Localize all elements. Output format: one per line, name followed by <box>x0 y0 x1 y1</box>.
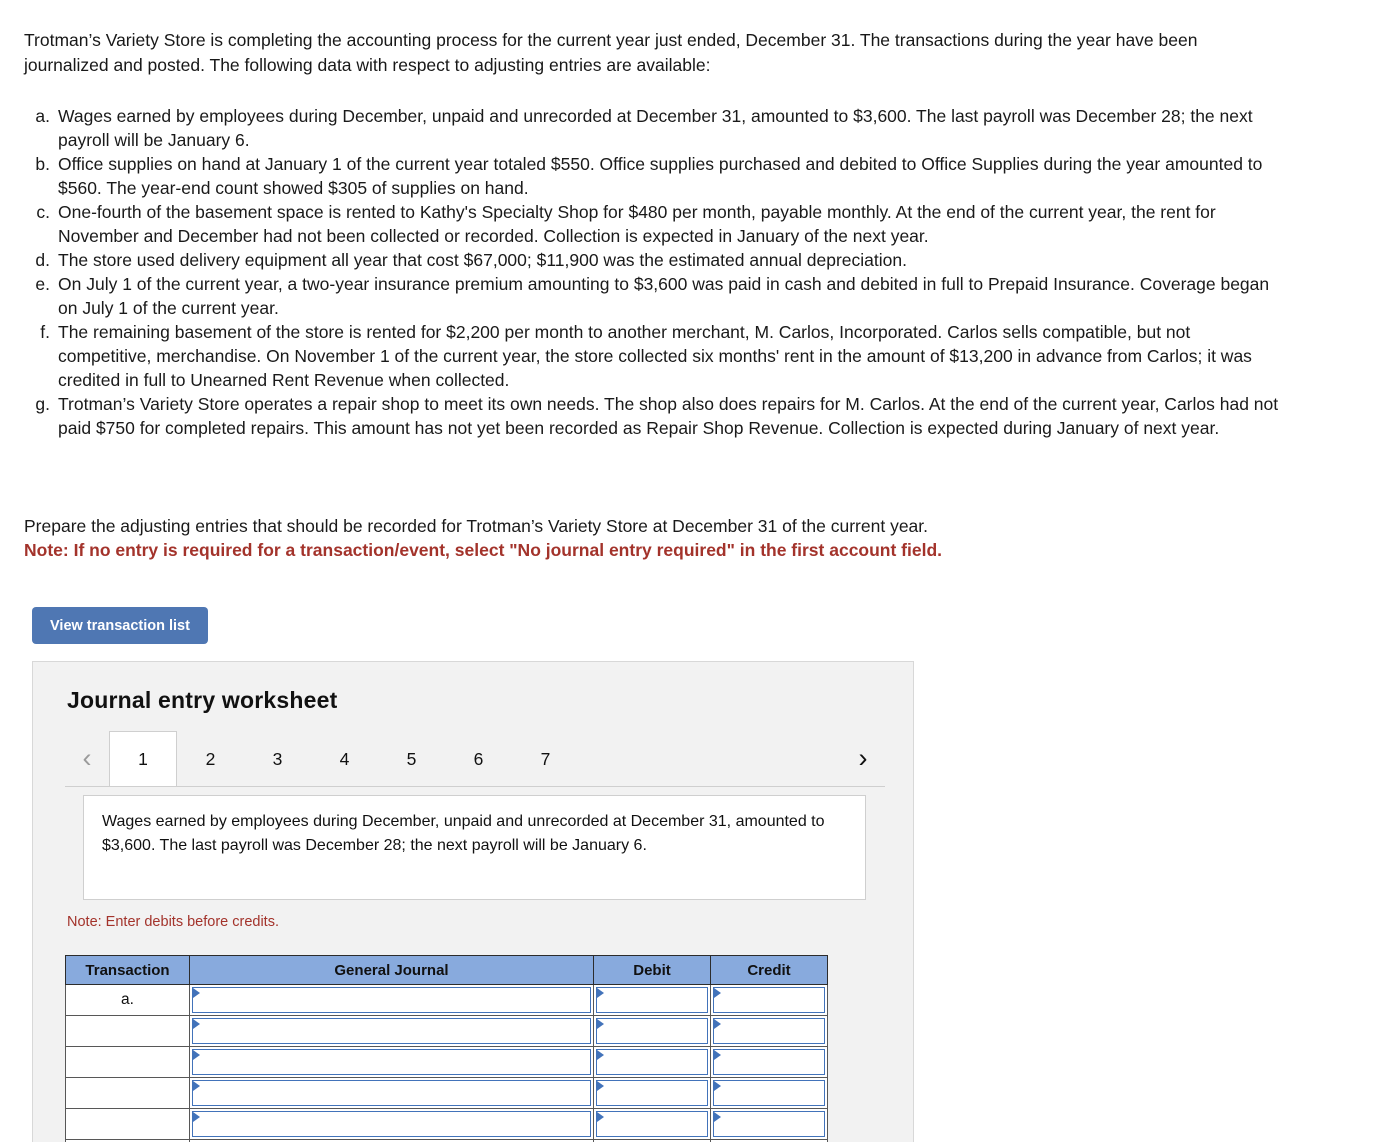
fact-item: a. Wages earned by employees during Decem… <box>24 104 1284 152</box>
worksheet-title: Journal entry worksheet <box>67 687 338 713</box>
worksheet-tab-3[interactable]: 3 <box>244 731 311 786</box>
account-select-cell[interactable] <box>189 984 594 1016</box>
account-select-cell-field[interactable] <box>192 987 591 1013</box>
header-general-journal: General Journal <box>189 955 594 985</box>
account-select-cell[interactable] <box>189 1015 594 1047</box>
account-select-cell-field[interactable] <box>192 1080 591 1106</box>
fact-text: Trotman’s Variety Store operates a repai… <box>58 394 1279 438</box>
credit-input-cell[interactable] <box>710 1108 828 1140</box>
credit-input-cell[interactable] <box>710 984 828 1016</box>
prompt-note: Note: If no entry is required for a tran… <box>24 540 943 560</box>
fact-text: The remaining basement of the store is r… <box>58 322 1252 390</box>
worksheet-tab-6[interactable]: 6 <box>445 731 512 786</box>
journal-table-body: a. <box>65 984 828 1142</box>
fact-marker: c. <box>36 202 50 222</box>
transaction-cell <box>65 1108 190 1140</box>
chevron-right-icon[interactable]: › <box>841 731 885 786</box>
view-transaction-list-button[interactable]: View transaction list <box>32 607 208 644</box>
fact-marker: d. <box>35 250 50 270</box>
fact-item: e. On July 1 of the current year, a two-y… <box>24 272 1284 320</box>
header-debit: Debit <box>593 955 711 985</box>
debit-input-cell[interactable] <box>593 1077 711 1109</box>
page-root: Trotman’s Variety Store is completing th… <box>0 0 1378 1142</box>
journal-table-row <box>65 1108 828 1140</box>
transaction-cell <box>65 1015 190 1047</box>
fact-item: d. The store used delivery equipment all … <box>24 248 1284 272</box>
debit-input-cell[interactable] <box>593 1046 711 1078</box>
worksheet-tab-5[interactable]: 5 <box>378 731 445 786</box>
debit-input-cell[interactable] <box>593 984 711 1016</box>
facts-list: a. Wages earned by employees during Decem… <box>24 104 1284 440</box>
journal-header-row: Transaction General Journal Debit Credit <box>65 955 828 985</box>
fact-marker: e. <box>35 274 50 294</box>
prompt-block: Prepare the adjusting entries that shoul… <box>24 514 1264 562</box>
fact-item: c. One-fourth of the basement space is re… <box>24 200 1284 248</box>
debit-input-cell-field[interactable] <box>596 987 708 1013</box>
debit-input-cell-field[interactable] <box>596 1080 708 1106</box>
fact-marker: a. <box>35 106 50 126</box>
chevron-left-icon[interactable]: ‹ <box>65 731 109 786</box>
debits-before-credits-note: Note: Enter debits before credits. <box>67 914 279 930</box>
debit-input-cell[interactable] <box>593 1108 711 1140</box>
transaction-cell <box>65 1077 190 1109</box>
credit-input-cell[interactable] <box>710 1015 828 1047</box>
credit-input-cell-field[interactable] <box>713 987 825 1013</box>
worksheet-tab-4[interactable]: 4 <box>311 731 378 786</box>
transaction-cell: a. <box>65 984 190 1016</box>
account-select-cell[interactable] <box>189 1108 594 1140</box>
tabstrip-underline <box>65 786 885 787</box>
journal-table-row <box>65 1077 828 1109</box>
worksheet-tabstrip: ‹ 1234567 › <box>65 731 885 787</box>
prompt-instruction: Prepare the adjusting entries that shoul… <box>24 516 929 536</box>
account-select-cell[interactable] <box>189 1046 594 1078</box>
credit-input-cell-field[interactable] <box>713 1111 825 1137</box>
fact-text: Office supplies on hand at January 1 of … <box>58 154 1263 198</box>
journal-table-row: a. <box>65 984 828 1016</box>
credit-input-cell-field[interactable] <box>713 1018 825 1044</box>
credit-input-cell-field[interactable] <box>713 1080 825 1106</box>
fact-item: g. Trotman’s Variety Store operates a rep… <box>24 392 1284 440</box>
credit-input-cell[interactable] <box>710 1046 828 1078</box>
fact-text: One-fourth of the basement space is rent… <box>58 202 1216 246</box>
fact-item: f. The remaining basement of the store is… <box>24 320 1284 392</box>
journal-entry-table: Transaction General Journal Debit Credit… <box>65 955 828 1142</box>
fact-marker: b. <box>35 154 50 174</box>
fact-item: b. Office supplies on hand at January 1 o… <box>24 152 1284 200</box>
debit-input-cell-field[interactable] <box>596 1018 708 1044</box>
credit-input-cell[interactable] <box>710 1077 828 1109</box>
header-transaction: Transaction <box>65 955 190 985</box>
fact-marker: g. <box>35 394 50 414</box>
account-select-cell-field[interactable] <box>192 1018 591 1044</box>
fact-text: Wages earned by employees during Decembe… <box>58 106 1253 150</box>
fact-text: The store used delivery equipment all ye… <box>58 250 907 270</box>
header-credit: Credit <box>710 955 828 985</box>
worksheet-tab-2[interactable]: 2 <box>177 731 244 786</box>
credit-input-cell-field[interactable] <box>713 1049 825 1075</box>
journal-table-head: Transaction General Journal Debit Credit <box>65 955 828 985</box>
journal-entry-worksheet-panel: Journal entry worksheet ‹ 1234567 › Wage… <box>32 661 914 1142</box>
fact-text: On July 1 of the current year, a two-yea… <box>58 274 1270 318</box>
worksheet-tabs: 1234567 <box>109 731 579 787</box>
fact-marker: f. <box>40 322 50 342</box>
account-select-cell-field[interactable] <box>192 1111 591 1137</box>
debit-input-cell-field[interactable] <box>596 1049 708 1075</box>
account-select-cell-field[interactable] <box>192 1049 591 1075</box>
intro-paragraph: Trotman’s Variety Store is completing th… <box>24 30 1198 75</box>
transaction-cell <box>65 1046 190 1078</box>
transaction-description: Wages earned by employees during Decembe… <box>83 795 866 900</box>
journal-table-row <box>65 1015 828 1047</box>
account-select-cell[interactable] <box>189 1077 594 1109</box>
debit-input-cell[interactable] <box>593 1015 711 1047</box>
worksheet-tab-1[interactable]: 1 <box>109 731 177 787</box>
journal-table-row <box>65 1046 828 1078</box>
debit-input-cell-field[interactable] <box>596 1111 708 1137</box>
worksheet-tab-7[interactable]: 7 <box>512 731 579 786</box>
